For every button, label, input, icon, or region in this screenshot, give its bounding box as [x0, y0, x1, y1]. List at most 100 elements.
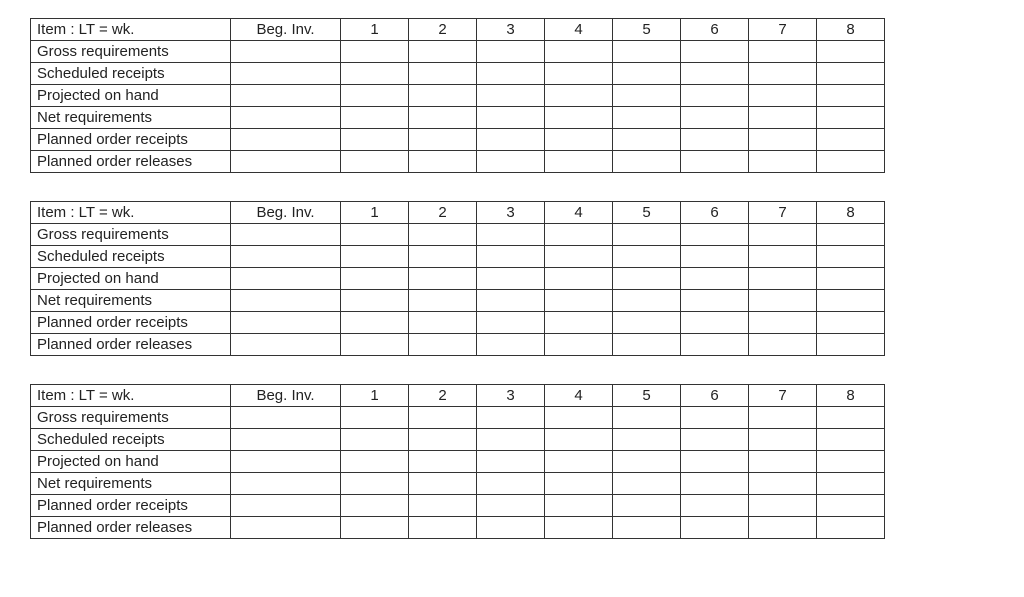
data-cell [749, 129, 817, 151]
data-cell [545, 107, 613, 129]
table-row: Projected on hand [31, 451, 885, 473]
beg-inv-cell [231, 129, 341, 151]
data-cell [545, 429, 613, 451]
data-cell [749, 85, 817, 107]
week-header: 7 [749, 385, 817, 407]
data-cell [341, 451, 409, 473]
data-cell [341, 517, 409, 539]
data-cell [409, 334, 477, 356]
data-cell [341, 107, 409, 129]
data-cell [477, 129, 545, 151]
data-cell [749, 495, 817, 517]
data-cell [545, 495, 613, 517]
data-cell [409, 429, 477, 451]
beg-inv-cell [231, 517, 341, 539]
data-cell [817, 41, 885, 63]
data-cell [477, 495, 545, 517]
data-cell [545, 473, 613, 495]
data-cell [409, 151, 477, 173]
beg-inv-cell [231, 290, 341, 312]
table-row: Scheduled receipts [31, 246, 885, 268]
data-cell [817, 129, 885, 151]
data-cell [477, 290, 545, 312]
data-cell [613, 312, 681, 334]
week-header: 1 [341, 385, 409, 407]
beg-inv-header: Beg. Inv. [231, 19, 341, 41]
table-row: Planned order releases [31, 517, 885, 539]
week-header: 1 [341, 19, 409, 41]
mrp-table: Item : LT = wk.Beg. Inv.12345678Gross re… [30, 201, 885, 356]
week-header: 2 [409, 202, 477, 224]
data-cell [749, 334, 817, 356]
data-cell [341, 63, 409, 85]
week-header: 8 [817, 385, 885, 407]
data-cell [681, 334, 749, 356]
row-label: Planned order receipts [31, 495, 231, 517]
row-label: Projected on hand [31, 451, 231, 473]
data-cell [817, 334, 885, 356]
data-cell [681, 517, 749, 539]
row-label: Gross requirements [31, 407, 231, 429]
table-row: Gross requirements [31, 224, 885, 246]
data-cell [545, 224, 613, 246]
data-cell [817, 312, 885, 334]
data-cell [477, 63, 545, 85]
data-cell [613, 290, 681, 312]
mrp-table: Item : LT = wk.Beg. Inv.12345678Gross re… [30, 18, 885, 173]
table-row: Gross requirements [31, 41, 885, 63]
table-header-row: Item : LT = wk.Beg. Inv.12345678 [31, 202, 885, 224]
row-label: Net requirements [31, 473, 231, 495]
data-cell [681, 63, 749, 85]
row-label: Planned order receipts [31, 312, 231, 334]
week-header: 5 [613, 385, 681, 407]
table-row: Planned order receipts [31, 129, 885, 151]
data-cell [409, 290, 477, 312]
data-cell [341, 473, 409, 495]
data-cell [613, 517, 681, 539]
week-header: 6 [681, 202, 749, 224]
row-label: Net requirements [31, 107, 231, 129]
data-cell [409, 312, 477, 334]
data-cell [341, 129, 409, 151]
data-cell [749, 407, 817, 429]
week-header: 2 [409, 385, 477, 407]
data-cell [817, 151, 885, 173]
data-cell [341, 495, 409, 517]
data-cell [749, 429, 817, 451]
data-cell [681, 129, 749, 151]
data-cell [409, 63, 477, 85]
data-cell [613, 495, 681, 517]
table-row: Projected on hand [31, 85, 885, 107]
data-cell [409, 407, 477, 429]
beg-inv-cell [231, 107, 341, 129]
beg-inv-cell [231, 334, 341, 356]
data-cell [545, 85, 613, 107]
week-header: 3 [477, 385, 545, 407]
data-cell [477, 407, 545, 429]
data-cell [409, 85, 477, 107]
row-label: Net requirements [31, 290, 231, 312]
week-header: 7 [749, 202, 817, 224]
week-header: 1 [341, 202, 409, 224]
row-label: Gross requirements [31, 224, 231, 246]
beg-inv-cell [231, 268, 341, 290]
row-label: Gross requirements [31, 41, 231, 63]
data-cell [409, 495, 477, 517]
data-cell [749, 107, 817, 129]
beg-inv-cell [231, 407, 341, 429]
table-row: Scheduled receipts [31, 63, 885, 85]
week-header: 4 [545, 202, 613, 224]
week-header: 2 [409, 19, 477, 41]
data-cell [681, 312, 749, 334]
data-cell [681, 290, 749, 312]
data-cell [477, 85, 545, 107]
beg-inv-header: Beg. Inv. [231, 202, 341, 224]
data-cell [341, 407, 409, 429]
data-cell [477, 473, 545, 495]
data-cell [613, 107, 681, 129]
data-cell [545, 451, 613, 473]
data-cell [409, 41, 477, 63]
week-header: 7 [749, 19, 817, 41]
data-cell [613, 473, 681, 495]
table-row: Planned order receipts [31, 312, 885, 334]
